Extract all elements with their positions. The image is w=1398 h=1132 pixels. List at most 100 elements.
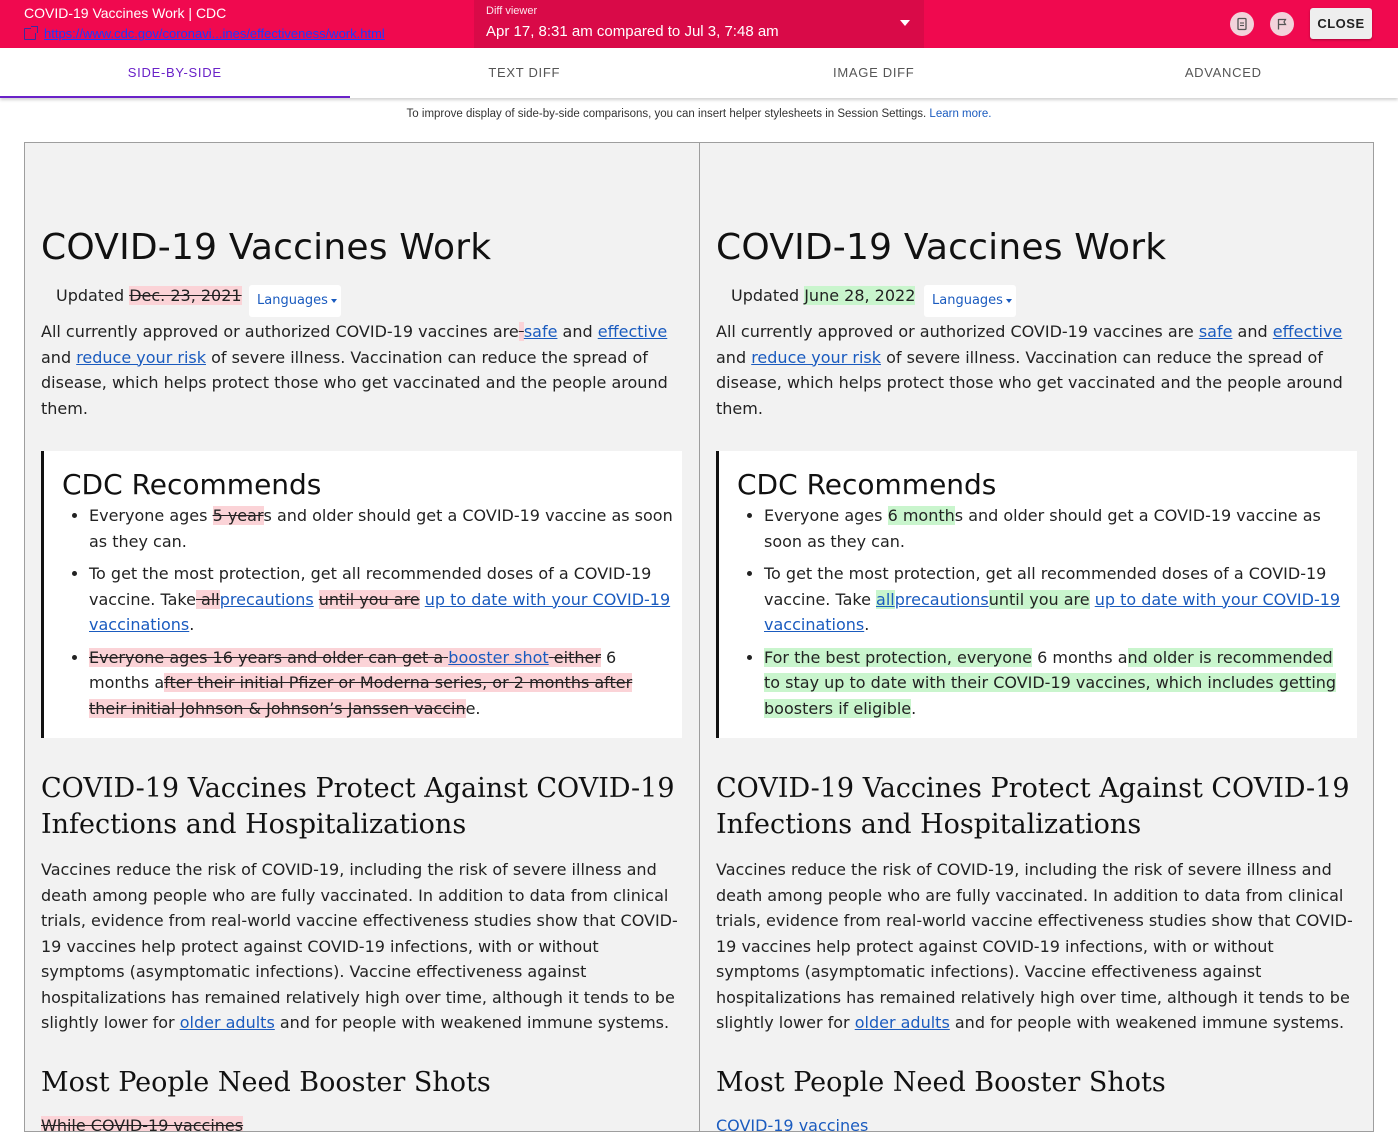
booster-shot-link[interactable]: booster shot (448, 648, 548, 667)
paragraph-text: and for people with weakened immune syst… (955, 1013, 1344, 1032)
list-item: To get the most protection, get all reco… (764, 561, 1349, 638)
booster-heading: Most People Need Booster Shots (716, 1067, 1166, 1098)
bullet-text: 6 months a (1037, 648, 1127, 667)
deleted-text: While COVID-19 vaccines (41, 1116, 243, 1132)
page-heading: COVID-19 Vaccines Work (716, 227, 1166, 268)
deleted-text: all (196, 590, 220, 609)
booster-paragraph: While COVID-19 vaccines (41, 1113, 686, 1132)
cdc-recommends-box: CDC Recommends Everyone ages 5 years and… (41, 451, 682, 738)
intro-text: All currently approved or authorized COV… (716, 322, 1194, 341)
reduce-risk-link[interactable]: reduce your risk (76, 348, 206, 367)
booster-paragraph: COVID-19 vaccines (716, 1113, 1361, 1132)
list-item: Everyone ages 6 months and older should … (764, 503, 1349, 554)
section-paragraph: Vaccines reduce the risk of COVID-19, in… (41, 857, 686, 1036)
bullet-text: . (911, 699, 916, 718)
intro-paragraph: All currently approved or authorized COV… (41, 319, 686, 421)
list-item: Everyone ages 16 years and older can get… (89, 645, 674, 722)
deleted-text: either (554, 648, 601, 667)
section-paragraph: Vaccines reduce the risk of COVID-19, in… (716, 857, 1361, 1036)
intro-text: and (41, 348, 71, 367)
inserted-text: 6 month (888, 506, 955, 525)
helper-hint-text: To improve display of side-by-side compa… (407, 108, 927, 120)
bullet-text: . (864, 615, 869, 634)
intro-text: and (716, 348, 746, 367)
bullet-text: . (189, 615, 194, 634)
flag-icon (1275, 17, 1289, 31)
effective-link[interactable]: effective (598, 322, 668, 341)
deleted-text: fter their initial Pfizer or Moderna ser… (89, 673, 632, 718)
languages-label[interactable]: Languages (257, 293, 328, 308)
tab-advanced[interactable]: ADVANCED (1049, 48, 1398, 98)
deleted-text: until you are (319, 590, 420, 609)
updated-label: Updated (56, 286, 124, 305)
deleted-text: 5 year (213, 506, 264, 525)
right-pane[interactable]: COVID-19 Vaccines Work Updated June 28, … (699, 142, 1374, 1132)
paragraph-text: and for people with weakened immune syst… (280, 1013, 669, 1032)
recommends-heading: CDC Recommends (737, 468, 996, 501)
page-url-link[interactable]: https://www.cdc.gov/coronavi...ines/effe… (24, 26, 385, 41)
section-heading: COVID-19 Vaccines Protect Against COVID-… (41, 771, 691, 843)
older-adults-link[interactable]: older adults (180, 1013, 275, 1032)
paragraph-text: Vaccines reduce the risk of COVID-19, in… (716, 860, 1353, 1032)
updated-line: Updated June 28, 2022 (731, 286, 915, 305)
caret-down-icon (331, 299, 337, 303)
left-pane[interactable]: COVID-19 Vaccines Work Updated Dec. 23, … (24, 142, 700, 1132)
cdc-recommends-box: CDC Recommends Everyone ages 6 months an… (716, 451, 1357, 738)
languages-button[interactable]: Languages (924, 285, 1016, 317)
older-adults-link[interactable]: older adults (855, 1013, 950, 1032)
reduce-risk-link[interactable]: reduce your risk (751, 348, 881, 367)
intro-text: All currently approved or authorized COV… (41, 322, 519, 341)
inserted-text: you are (1029, 590, 1089, 609)
page-heading: COVID-19 Vaccines Work (41, 227, 491, 268)
deleted-date: Dec. 23, 2021 (129, 286, 241, 305)
precautions-link[interactable]: precautions (220, 590, 314, 609)
helper-hint: To improve display of side-by-side compa… (0, 108, 1398, 120)
bullet-text: Everyone ages (89, 506, 207, 525)
inserted-date: June 28, 2022 (804, 286, 915, 305)
tab-image-diff[interactable]: IMAGE DIFF (699, 48, 1049, 98)
list-item: For the best protection, everyone 6 mont… (764, 645, 1349, 722)
paragraph-text: Vaccines reduce the risk of COVID-19, in… (41, 860, 678, 1032)
tab-text-diff[interactable]: TEXT DIFF (350, 48, 700, 98)
document-button[interactable] (1230, 12, 1254, 36)
updated-label: Updated (731, 286, 799, 305)
section-heading: COVID-19 Vaccines Protect Against COVID-… (716, 771, 1366, 843)
page-title: COVID-19 Vaccines Work | CDC (24, 5, 226, 21)
safe-link[interactable]: safe (524, 322, 558, 341)
learn-more-link[interactable]: Learn more. (929, 108, 991, 120)
updated-line: Updated Dec. 23, 2021 (56, 286, 242, 305)
intro-text: and (1238, 322, 1268, 341)
view-tabs: SIDE-BY-SIDE TEXT DIFF IMAGE DIFF ADVANC… (0, 48, 1398, 98)
top-bar: COVID-19 Vaccines Work | CDC https://www… (0, 0, 1398, 48)
covid-vaccines-link[interactable]: COVID-19 vaccines (716, 1116, 868, 1132)
precautions-link[interactable]: precautions (895, 590, 989, 609)
safe-link[interactable]: safe (1199, 322, 1233, 341)
deleted-text: Everyone ages 16 years and older can get… (89, 648, 443, 667)
external-link-icon (24, 28, 36, 40)
dropdown-caret-icon[interactable] (900, 20, 910, 26)
languages-button[interactable]: Languages (249, 285, 341, 317)
diff-viewer-label: Diff viewer (486, 5, 537, 17)
list-item: To get the most protection, get all reco… (89, 561, 674, 638)
booster-heading: Most People Need Booster Shots (41, 1067, 491, 1098)
tab-side-by-side[interactable]: SIDE-BY-SIDE (0, 48, 350, 98)
recommends-heading: CDC Recommends (62, 468, 321, 501)
inserted-text: For the best protection, everyone (764, 648, 1032, 667)
diff-viewer-select[interactable]: Diff viewer Apr 17, 8:31 am compared to … (474, 0, 924, 48)
intro-paragraph: All currently approved or authorized COV… (716, 319, 1361, 421)
inserted-link[interactable]: all (876, 590, 895, 609)
flag-button[interactable] (1270, 12, 1294, 36)
page-url-text[interactable]: https://www.cdc.gov/coronavi...ines/effe… (44, 26, 385, 41)
bullet-text: Everyone ages (764, 506, 882, 525)
document-icon (1235, 17, 1249, 31)
caret-down-icon (1006, 299, 1012, 303)
languages-label[interactable]: Languages (932, 293, 1003, 308)
recommends-list: Everyone ages 6 months and older should … (764, 503, 1349, 728)
effective-link[interactable]: effective (1273, 322, 1343, 341)
list-item: Everyone ages 5 years and older should g… (89, 503, 674, 554)
bullet-text: e. (466, 699, 481, 718)
intro-text: and (563, 322, 593, 341)
diff-viewer-value[interactable]: Apr 17, 8:31 am compared to Jul 3, 7:48 … (486, 23, 779, 40)
inserted-text: until (989, 590, 1024, 609)
close-button[interactable]: CLOSE (1310, 8, 1372, 39)
